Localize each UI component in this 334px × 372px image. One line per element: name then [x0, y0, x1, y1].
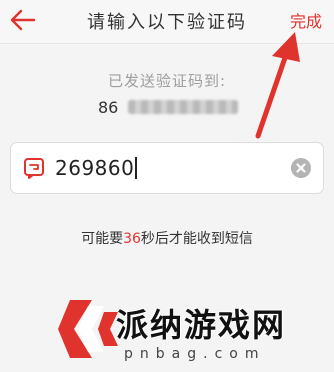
sent-to-label: 已发送验证码到: [107, 72, 227, 90]
resend-hint: 可能要36秒后才能收到短信 [0, 228, 334, 248]
code-input-value[interactable]: 269860 [55, 156, 138, 180]
blurred-phone-digits [128, 100, 239, 114]
header-bar: 请输入以下验证码 完成 [0, 0, 334, 44]
code-text: 269860 [55, 156, 135, 180]
hint-prefix: 可能要 [81, 231, 124, 247]
sms-icon [23, 157, 45, 179]
site-watermark: 派纳游戏网 pnbag.com [40, 288, 334, 372]
verify-code-page: 请输入以下验证码 完成 已发送验证码到: 86 269860 可能要36秒后才能 [0, 0, 334, 372]
verification-code-field[interactable]: 269860 [10, 142, 324, 194]
clear-input-button[interactable] [291, 158, 311, 178]
text-cursor [135, 157, 138, 179]
done-button[interactable]: 完成 [290, 8, 322, 32]
phone-number: 86 [98, 95, 239, 119]
watermark-domain: pnbag.com [124, 346, 266, 362]
watermark-site-name: 派纳游戏网 [116, 306, 287, 344]
countdown-seconds: 36 [123, 231, 141, 247]
country-code: 86 [98, 97, 119, 117]
page-title: 请输入以下验证码 [87, 12, 247, 33]
clear-circle-icon [291, 158, 311, 178]
hint-suffix: 秒后才能收到短信 [140, 231, 253, 247]
